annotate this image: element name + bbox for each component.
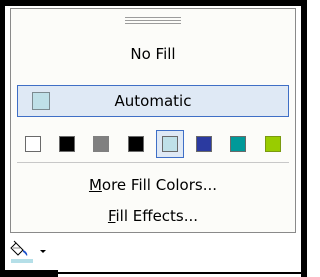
swatch-black[interactable]	[59, 136, 75, 152]
window-frame-top	[0, 0, 307, 6]
swatch-black-2[interactable]	[128, 136, 144, 152]
more-fill-colors-accelerator: M	[88, 176, 102, 194]
swatch-teal[interactable]	[230, 136, 246, 152]
swatch-white[interactable]	[25, 136, 41, 152]
window-frame-right	[301, 0, 307, 277]
swatch-gray[interactable]	[93, 136, 109, 152]
window-frame-bottom	[0, 270, 58, 277]
color-swatch-row	[25, 130, 287, 158]
fill-color-menu: No Fill Automatic More Fill Colors... Fi…	[10, 8, 296, 233]
no-fill-item[interactable]: No Fill	[11, 44, 295, 64]
fill-effects-label: ill Effects...	[115, 207, 199, 225]
window-frame-bottom-line	[58, 272, 307, 274]
swatch-blue[interactable]	[196, 136, 212, 152]
fill-bucket-icon	[10, 240, 28, 256]
menu-separator	[17, 162, 289, 163]
automatic-label: Automatic	[114, 92, 192, 110]
swatch-light-turquoise-selected[interactable]	[156, 130, 184, 158]
no-fill-label: No Fill	[130, 45, 176, 63]
more-fill-colors-item[interactable]: More Fill Colors...	[11, 175, 295, 195]
chevron-down-icon[interactable]	[38, 246, 48, 256]
window-frame-left	[0, 0, 5, 277]
fill-color-toolbar-button[interactable]	[10, 238, 50, 264]
drag-grip[interactable]	[125, 17, 181, 26]
automatic-item[interactable]: Automatic	[17, 85, 289, 117]
fill-effects-item[interactable]: Fill Effects...	[11, 206, 295, 226]
swatch-green[interactable]	[265, 136, 281, 152]
current-fill-color-bar	[11, 259, 33, 263]
more-fill-colors-label: ore Fill Colors...	[101, 176, 218, 194]
